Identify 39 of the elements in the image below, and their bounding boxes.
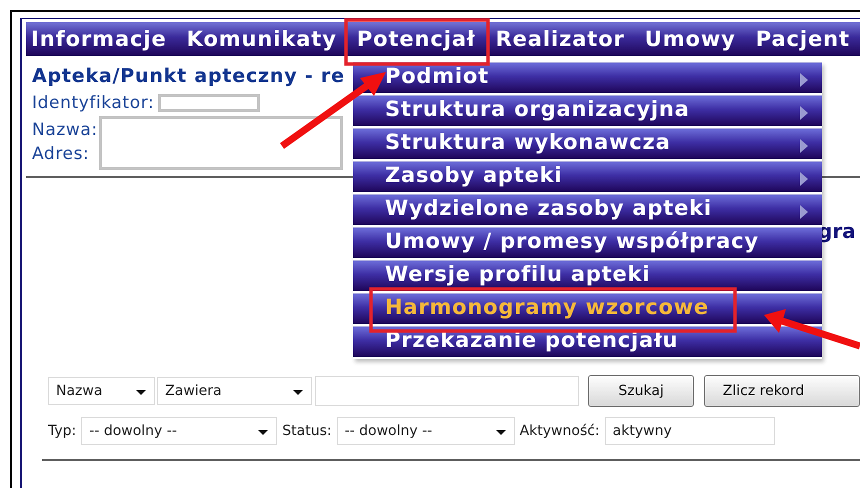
field-label: Adres: <box>32 143 90 166</box>
filter-select[interactable]: -- dowolny -- <box>81 417 278 445</box>
menu-item[interactable]: Wersje profilu apteki <box>353 260 822 291</box>
menu-item[interactable]: Zasoby apteki <box>353 161 822 192</box>
filter-label: Status: <box>282 423 332 439</box>
menu-item[interactable]: Struktura wykonawcza <box>353 128 822 159</box>
filter-label: Typ: <box>48 423 76 439</box>
menu-item[interactable]: Struktura organizacyjna <box>353 95 822 126</box>
menu-item[interactable]: Potencjał <box>356 27 477 51</box>
caret-icon <box>292 390 303 395</box>
submenu-arrow-icon <box>800 73 808 87</box>
filter-select[interactable]: -- dowolny -- <box>336 417 515 445</box>
caret-icon <box>136 390 146 395</box>
menu-item[interactable]: Komunikaty <box>186 27 338 51</box>
field-label: Identyfikator: <box>32 92 154 115</box>
count-button[interactable]: Zlicz rekord <box>704 375 860 407</box>
filter-select[interactable]: aktywny <box>604 417 775 445</box>
menu-item[interactable]: Pacjent <box>754 27 851 51</box>
submenu-arrow-icon <box>800 106 808 120</box>
caret-icon <box>496 430 506 435</box>
search-button[interactable]: Szukaj <box>588 375 694 407</box>
submenu-arrow-icon <box>800 139 808 153</box>
field-label: Nazwa: <box>32 119 98 142</box>
submenu-arrow-icon <box>800 172 808 186</box>
menu-item[interactable]: Harmonogramy wzorcowe <box>353 293 822 324</box>
menu-item[interactable]: Umowy / promesy współpracy <box>353 227 822 258</box>
operator-select[interactable]: Zawiera <box>157 377 312 405</box>
submenu-arrow-icon <box>800 205 808 219</box>
menu-item[interactable]: Podmiot <box>353 62 822 93</box>
field-select[interactable]: Nazwa <box>48 377 156 405</box>
menu-item[interactable]: Informacje <box>30 27 168 51</box>
page-title: Apteka/Punkt apteczny - re <box>32 64 345 89</box>
filter-label: Aktywność: <box>520 423 600 439</box>
menu-item[interactable]: Realizator <box>494 27 626 51</box>
menu-item[interactable]: Przekazanie potencjału <box>353 326 822 357</box>
caret-icon <box>258 430 268 435</box>
menu-item[interactable]: Umowy <box>644 27 737 51</box>
menu-item[interactable]: Wydzielone zasoby apteki <box>353 194 822 225</box>
search-field[interactable] <box>314 376 580 406</box>
